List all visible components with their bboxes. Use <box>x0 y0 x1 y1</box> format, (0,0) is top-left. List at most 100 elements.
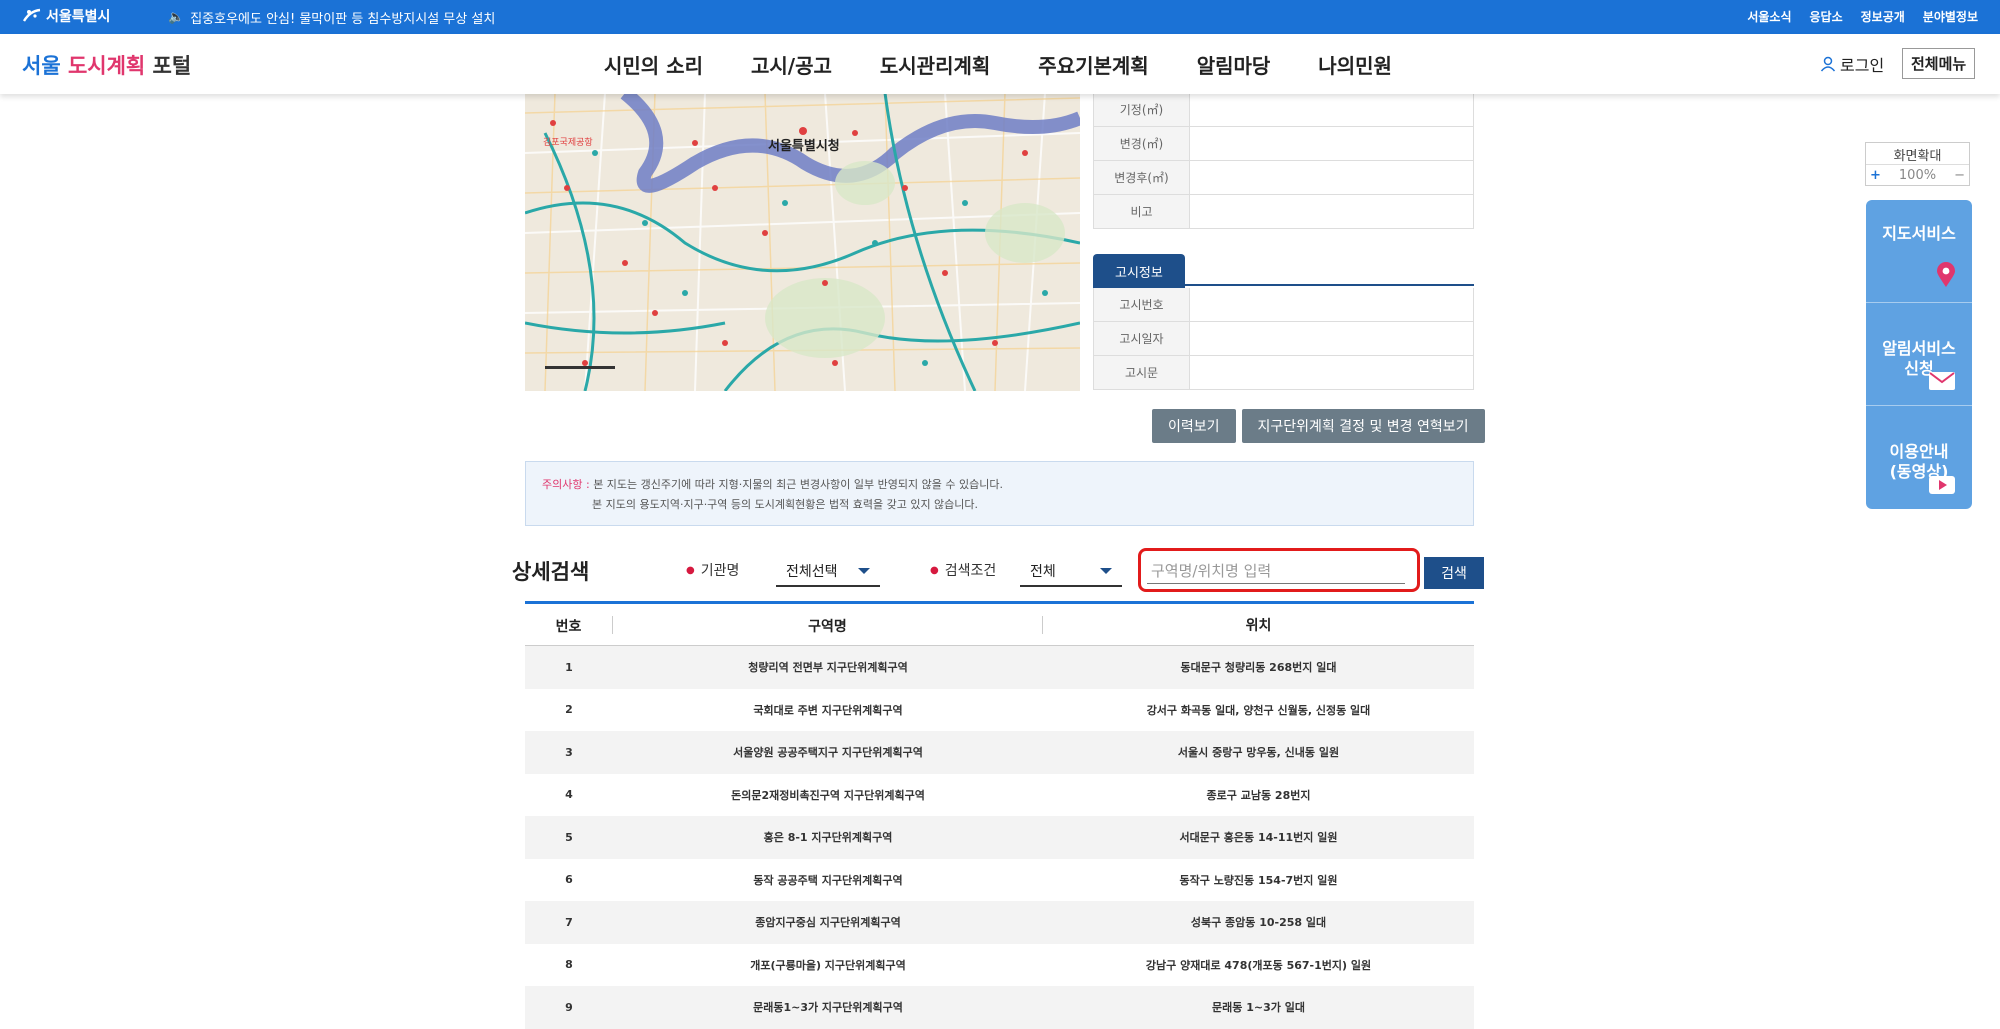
table-row[interactable]: 7 종암지구중심 지구단위계획구역 성북구 종암동 10-258 일대 <box>525 901 1474 944</box>
info-row: 비고 <box>1093 195 1474 229</box>
speaker-icon: 🔈 <box>168 10 185 25</box>
agency-select[interactable]: 전체선택 <box>776 557 880 587</box>
keyword-input-highlight <box>1138 548 1420 592</box>
table-row[interactable]: 6 동작 공공주택 지구단위계획구역 동작구 노량진동 154-7번지 일원 <box>525 859 1474 902</box>
row-location: 동작구 노량진동 154-7번지 일원 <box>1179 873 1338 887</box>
nav-notice[interactable]: 고시/공고 <box>751 50 832 79</box>
main-navigation: 시민의 소리 고시/공고 도시관리계획 주요기본계획 알림마당 나의민원 <box>604 50 1392 79</box>
zoom-in-button[interactable]: + <box>1870 168 1881 183</box>
result-table: 번호 구역명 위치 1 청량리역 전면부 지구단위계획구역 동대문구 청량리동 26… <box>525 601 1474 1029</box>
info-label: 고시번호 <box>1094 288 1190 321</box>
keyword-input[interactable] <box>1147 558 1405 584</box>
notice-info-tab-label[interactable]: 고시정보 <box>1093 254 1185 289</box>
condition-select[interactable]: 전체 <box>1020 557 1122 587</box>
info-row: 고시일자 <box>1093 322 1474 356</box>
nav-news[interactable]: 알림마당 <box>1197 50 1271 79</box>
brand-part3: 포털 <box>152 54 192 78</box>
row-location: 동대문구 청량리동 268번지 일대 <box>1180 661 1337 675</box>
info-row: 고시문 <box>1093 356 1474 390</box>
row-name: 동작 공공주택 지구단위계획구역 <box>753 873 903 887</box>
top-links: 서울소식 응답소 정보공개 분야별정보 <box>1747 8 1978 25</box>
table-row[interactable]: 2 국회대로 주변 지구단위계획구역 강서구 화곡동 일대, 양천구 신월동, 신정… <box>525 689 1474 732</box>
login-button[interactable]: 로그인 <box>1820 52 1884 76</box>
zoom-control: 화면확대 + 100% − <box>1865 142 1970 186</box>
condition-label-text: 검색조건 <box>944 563 997 579</box>
row-location: 서대문구 홍은동 14-11번지 일원 <box>1179 831 1338 845</box>
quick-alert-service[interactable]: 알림서비스 신청 <box>1866 303 1972 406</box>
table-row[interactable]: 3 서울양원 공공주택지구 지구단위계획구역 서울시 중랑구 망우동, 신내동 일원 <box>525 731 1474 774</box>
link-info-disclosure[interactable]: 정보공개 <box>1861 8 1905 25</box>
row-location: 종로구 교남동 28번지 <box>1206 788 1311 802</box>
header-name: 구역명 <box>613 615 1043 635</box>
row-location: 강남구 양재대로 478(개포동 567-1번지) 일원 <box>1145 958 1372 972</box>
zoom-value: 100% <box>1898 167 1937 183</box>
info-row: 변경(㎡) <box>1093 127 1474 161</box>
link-field-info[interactable]: 분야별정보 <box>1923 8 1978 25</box>
info-value <box>1190 127 1473 160</box>
quick-guide-video[interactable]: 이용안내 (동영상) <box>1866 406 1972 509</box>
row-no: 5 <box>565 830 573 844</box>
table-row[interactable]: 4 돈의문2재정비촉진구역 지구단위계획구역 종로구 교남동 28번지 <box>525 774 1474 817</box>
zoom-out-button[interactable]: − <box>1954 168 1965 183</box>
city-logo-text: 서울특별시 <box>46 9 111 25</box>
nav-basic-plan[interactable]: 주요기본계획 <box>1038 50 1148 79</box>
row-name: 돈의문2재정비촉진구역 지구단위계획구역 <box>731 788 925 802</box>
table-row[interactable]: 8 개포(구룡마을) 지구단위계획구역 강남구 양재대로 478(개포동 567-1… <box>525 944 1474 987</box>
mail-icon <box>1929 372 1955 390</box>
all-menu-button[interactable]: 전체메뉴 <box>1902 48 1976 79</box>
table-row[interactable]: 5 홍은 8-1 지구단위계획구역 서대문구 홍은동 14-11번지 일원 <box>525 816 1474 859</box>
info-label: 고시일자 <box>1094 322 1190 355</box>
nav-citizen-voice[interactable]: 시민의 소리 <box>604 50 703 79</box>
info-value <box>1190 195 1473 228</box>
row-name: 서울양원 공공주택지구 지구단위계획구역 <box>733 746 923 760</box>
row-no: 7 <box>565 915 573 929</box>
row-location: 서울시 중랑구 망우동, 신내동 일원 <box>1177 746 1340 760</box>
search-button[interactable]: 검색 <box>1424 557 1484 589</box>
info-row: 고시번호 <box>1093 288 1474 322</box>
info-label: 고시문 <box>1094 356 1190 389</box>
chevron-down-icon <box>1100 568 1112 574</box>
info-label: 기정(㎡) <box>1094 93 1190 126</box>
table-row[interactable]: 1 청량리역 전면부 지구단위계획구역 동대문구 청량리동 268번지 일대 <box>525 646 1474 689</box>
info-value <box>1190 322 1473 355</box>
site-header: 서울 도시계획 포털 시민의 소리 고시/공고 도시관리계획 주요기본계획 알림… <box>0 34 2000 94</box>
row-no: 6 <box>565 873 573 887</box>
notice-text: 집중호우에도 안심! 물막이판 등 침수방지시설 무상 설치 <box>190 12 496 27</box>
link-seoul-news[interactable]: 서울소식 <box>1747 8 1791 25</box>
info-value <box>1190 161 1473 194</box>
caution-box: 주의사항 : 본 지도는 갱신주기에 따라 지형·지물의 최근 변경사항이 일부… <box>525 461 1474 526</box>
decision-history-button[interactable]: 지구단위계획 결정 및 변경 연혁보기 <box>1241 409 1485 443</box>
row-name: 종암지구중심 지구단위계획구역 <box>755 916 901 930</box>
zoom-controls: + 100% − <box>1866 165 1969 185</box>
history-button[interactable]: 이력보기 <box>1152 409 1236 443</box>
login-label: 로그인 <box>1840 56 1885 75</box>
brand-part1: 서울 <box>22 54 61 78</box>
quick-map-service[interactable]: 지도서비스 <box>1866 200 1972 303</box>
row-location: 성북구 종암동 10-258 일대 <box>1190 916 1327 930</box>
link-response[interactable]: 응답소 <box>1810 8 1843 25</box>
agency-label-text: 기관명 <box>700 563 740 579</box>
info-label: 변경후(㎡) <box>1094 161 1190 194</box>
table-row[interactable]: 9 문래동1~3가 지구단위계획구역 문래동 1~3가 일대 <box>525 986 1474 1029</box>
table-header: 번호 구역명 위치 <box>525 604 1474 646</box>
agency-select-value: 전체선택 <box>786 564 838 580</box>
info-label: 비고 <box>1094 195 1190 228</box>
info-row: 기정(㎡) <box>1093 93 1474 127</box>
row-no: 2 <box>565 703 573 717</box>
table-body: 1 청량리역 전면부 지구단위계획구역 동대문구 청량리동 268번지 일대 2 국회… <box>525 646 1474 1029</box>
nav-my-complaints[interactable]: 나의민원 <box>1318 50 1392 79</box>
row-location: 강서구 화곡동 일대, 양천구 신월동, 신정동 일대 <box>1146 703 1371 717</box>
top-notice[interactable]: 🔈 집중호우에도 안심! 물막이판 등 침수방지시설 무상 설치 <box>168 8 495 27</box>
portal-brand[interactable]: 서울 도시계획 포털 <box>22 50 191 80</box>
seoul-city-logo[interactable]: 서울특별시 <box>22 6 110 26</box>
nav-urban-plan[interactable]: 도시관리계획 <box>880 50 990 79</box>
chevron-down-icon <box>858 568 870 574</box>
play-video-icon <box>1929 476 1955 494</box>
seoul-logo-icon <box>22 8 41 22</box>
row-location: 문래동 1~3가 일대 <box>1212 1001 1305 1015</box>
condition-label: ● 검색조건 <box>930 560 996 580</box>
map-view[interactable]: 서울특별시청 김포국제공항 <box>525 93 1080 391</box>
row-no: 1 <box>565 660 573 674</box>
map-label-city-hall: 서울특별시청 <box>768 139 840 154</box>
row-name: 문래동1~3가 지구단위계획구역 <box>753 1001 903 1015</box>
